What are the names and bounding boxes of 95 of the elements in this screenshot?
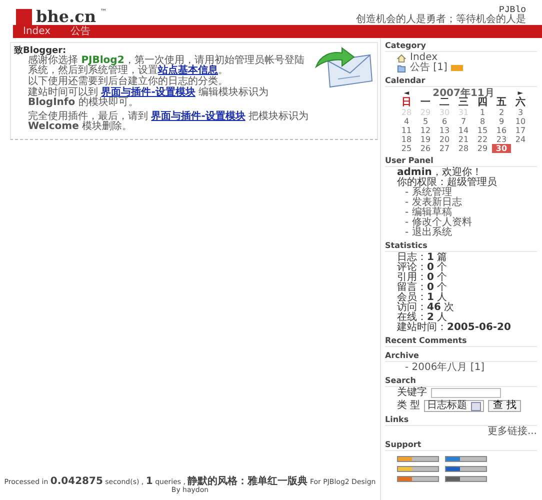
calendar-day[interactable]: 27 xyxy=(435,144,454,153)
stat-line: 日志：1 篇 xyxy=(397,253,448,263)
section-title: User Panel xyxy=(385,153,537,167)
nav-link[interactable]: 公告 xyxy=(60,25,101,38)
user-role: 你的权限：超级管理员 xyxy=(397,178,498,188)
calendar-month: 2007年11月 xyxy=(432,88,494,98)
search-button[interactable]: 查 找 xyxy=(488,400,522,412)
calendar-day[interactable]: 14 xyxy=(454,126,473,135)
panel-link[interactable]: - 系统管理 xyxy=(405,188,537,198)
more-links-link[interactable]: 更多链接... xyxy=(487,426,537,437)
site-slogan: 创造机会的人是勇者；等待机会的人是 xyxy=(356,15,526,25)
stat-line: 在线：2 人 xyxy=(397,313,448,323)
calendar-day[interactable]: 21 xyxy=(454,135,473,144)
calendar-day[interactable]: 20 xyxy=(435,135,454,144)
support-badge-icon[interactable] xyxy=(445,456,487,462)
section-title: Archive xyxy=(385,348,537,362)
welcome-text: 建站时间可以到 界面与插件-设置模块 编辑模块标识为 BlogInfo 的模块即可。 xyxy=(28,88,270,108)
dropdown-icon xyxy=(471,402,482,410)
calendar-day[interactable]: 25 xyxy=(397,144,416,153)
greeting: 致Blogger: xyxy=(14,47,66,56)
calendar-day[interactable]: 4 xyxy=(397,117,416,126)
calendar-day[interactable]: 5 xyxy=(416,117,435,126)
calendar-day[interactable]: 15 xyxy=(473,126,492,135)
calendar-day[interactable]: 22 xyxy=(473,135,492,144)
home-icon xyxy=(397,54,406,62)
calendar-day[interactable]: 17 xyxy=(511,126,530,135)
category-link[interactable]: Index xyxy=(410,53,438,63)
section-title: Statistics xyxy=(385,238,537,252)
calendar-day[interactable]: 23 xyxy=(492,135,511,144)
calendar-day[interactable]: 1 xyxy=(473,108,492,117)
support-badge-icon[interactable] xyxy=(445,466,487,472)
stat-line: 留言：0 个 xyxy=(397,283,448,293)
keyword-label: 关键字 xyxy=(397,388,427,398)
type-select[interactable]: 日志标题 xyxy=(424,400,484,412)
calendar-day[interactable]: 18 xyxy=(397,135,416,144)
section-title: Calendar xyxy=(385,73,537,87)
calendar-day[interactable]: 30 xyxy=(492,144,511,153)
feed-icon[interactable] xyxy=(451,65,464,71)
calendar-day[interactable]: 9 xyxy=(492,117,511,126)
calendar-day[interactable]: 11 xyxy=(397,126,416,135)
settings-link[interactable]: 界面与插件-设置模块 xyxy=(151,111,246,122)
support-badge-icon[interactable] xyxy=(445,476,487,482)
calendar-day[interactable]: 2 xyxy=(492,108,511,117)
calendar-day[interactable]: 19 xyxy=(416,135,435,144)
section-title: Search xyxy=(385,373,537,387)
support-badge-icon[interactable] xyxy=(397,456,439,462)
panel-link[interactable]: - 编辑草稿 xyxy=(405,208,537,218)
site-logo-text: bhe.cn xyxy=(36,9,96,25)
folder-icon xyxy=(397,64,406,72)
weekday-label: 三 xyxy=(458,97,468,108)
category-link[interactable]: 公告 [1] xyxy=(410,63,448,73)
section-title: Links xyxy=(385,412,537,426)
panel-link[interactable]: - 修改个人资料 xyxy=(405,218,537,228)
welcome-text: 感谢你选择 PJBlog2，第一次使用，请用初始管理员帐号登陆系统，然后到系统管理，设置站点基本信息。 xyxy=(28,56,306,76)
panel-link[interactable]: - 退出系统 xyxy=(405,228,537,238)
calendar-day[interactable]: 12 xyxy=(416,126,435,135)
section-title: Recent Comments xyxy=(385,333,537,347)
weekday-label: 四 xyxy=(478,97,488,108)
calendar-day[interactable]: 3 xyxy=(511,108,530,117)
nav-link[interactable]: Index xyxy=(13,25,61,38)
archive-link[interactable]: - 2006年八月 [1] xyxy=(397,363,537,373)
weekday-label: 二 xyxy=(440,97,450,108)
keyword-field[interactable] xyxy=(431,388,501,398)
calendar-day[interactable]: 29 xyxy=(473,144,492,153)
support-badge-icon[interactable] xyxy=(397,476,439,482)
calendar-day[interactable]: 8 xyxy=(473,117,492,126)
calendar-day[interactable]: 10 xyxy=(511,117,530,126)
calendar-day[interactable]: 26 xyxy=(416,144,435,153)
settings-link[interactable]: 站点基本信息 xyxy=(158,65,218,76)
stat-line: 访问：46 次 xyxy=(397,303,456,313)
welcome-text: admin，欢迎你！ xyxy=(397,168,482,178)
calendar-day[interactable]: 13 xyxy=(435,126,454,135)
welcome-text: 完全使用插件，最后，请到 界面与插件-设置模块 把模块标识为 Welcome 模块删除。 xyxy=(28,112,310,132)
settings-link[interactable]: 界面与插件-设置模块 xyxy=(101,87,196,98)
calendar-day[interactable]: 28 xyxy=(454,144,473,153)
stat-line: 会员：1 人 xyxy=(397,293,448,303)
weekday-label: 五 xyxy=(496,97,506,108)
type-label: 类 型 xyxy=(397,401,420,411)
weekday-label: 六 xyxy=(516,97,526,108)
stat-line: 评论：0 个 xyxy=(397,263,448,273)
envelope-arrow-icon xyxy=(314,47,374,89)
calendar-day[interactable]: 16 xyxy=(492,126,511,135)
support-badge-icon[interactable] xyxy=(397,466,439,472)
section-title: Support xyxy=(385,437,537,451)
panel-link[interactable]: - 发表新日志 xyxy=(405,198,537,208)
calendar-day[interactable]: 24 xyxy=(511,135,530,144)
calendar-day[interactable]: 7 xyxy=(454,117,473,126)
welcome-text: 以下使用还需要到后台建立你的日志的分类。 xyxy=(28,77,228,87)
section-title: Category xyxy=(385,38,537,52)
stat-line: 建站时间：2005-06-20 xyxy=(397,323,512,333)
calendar-day[interactable]: 6 xyxy=(435,117,454,126)
weekday-label: 日 xyxy=(402,97,412,108)
weekday-label: 一 xyxy=(420,97,430,108)
stat-line: 引用：0 个 xyxy=(397,273,448,283)
site-name: PJBlo xyxy=(498,6,526,15)
